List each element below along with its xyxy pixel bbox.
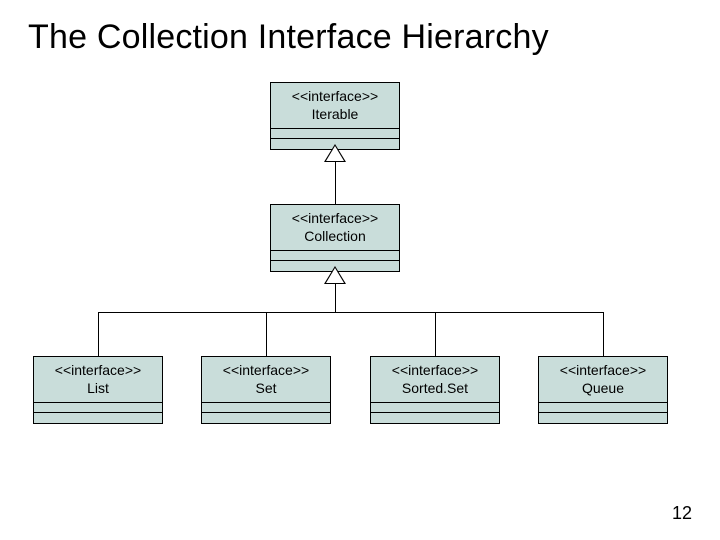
page-title: The Collection Interface Hierarchy [0,0,720,57]
node-name: Iterable [275,106,395,124]
uml-node-set: <<interface>> Set [201,356,331,424]
uml-node-sortedset: <<interface>> Sorted.Set [370,356,500,424]
stereotype-label: <<interface>> [543,362,663,380]
node-name: Collection [275,228,395,246]
node-name: Set [206,380,326,398]
connector-line [98,312,603,313]
connector-line [335,162,336,204]
stereotype-label: <<interface>> [275,210,395,228]
stereotype-label: <<interface>> [375,362,495,380]
uml-node-collection: <<interface>> Collection [270,204,400,272]
uml-node-iterable: <<interface>> Iterable [270,82,400,150]
uml-node-queue: <<interface>> Queue [538,356,668,424]
stereotype-label: <<interface>> [206,362,326,380]
node-name: Sorted.Set [375,380,495,398]
connector-line [603,312,604,356]
uml-node-list: <<interface>> List [33,356,163,424]
stereotype-label: <<interface>> [38,362,158,380]
connector-line [98,312,99,356]
node-name: List [38,380,158,398]
stereotype-label: <<interface>> [275,88,395,106]
connector-line [435,312,436,356]
page-number: 12 [672,503,692,524]
connector-line [335,284,336,312]
node-name: Queue [543,380,663,398]
connector-line [266,312,267,356]
